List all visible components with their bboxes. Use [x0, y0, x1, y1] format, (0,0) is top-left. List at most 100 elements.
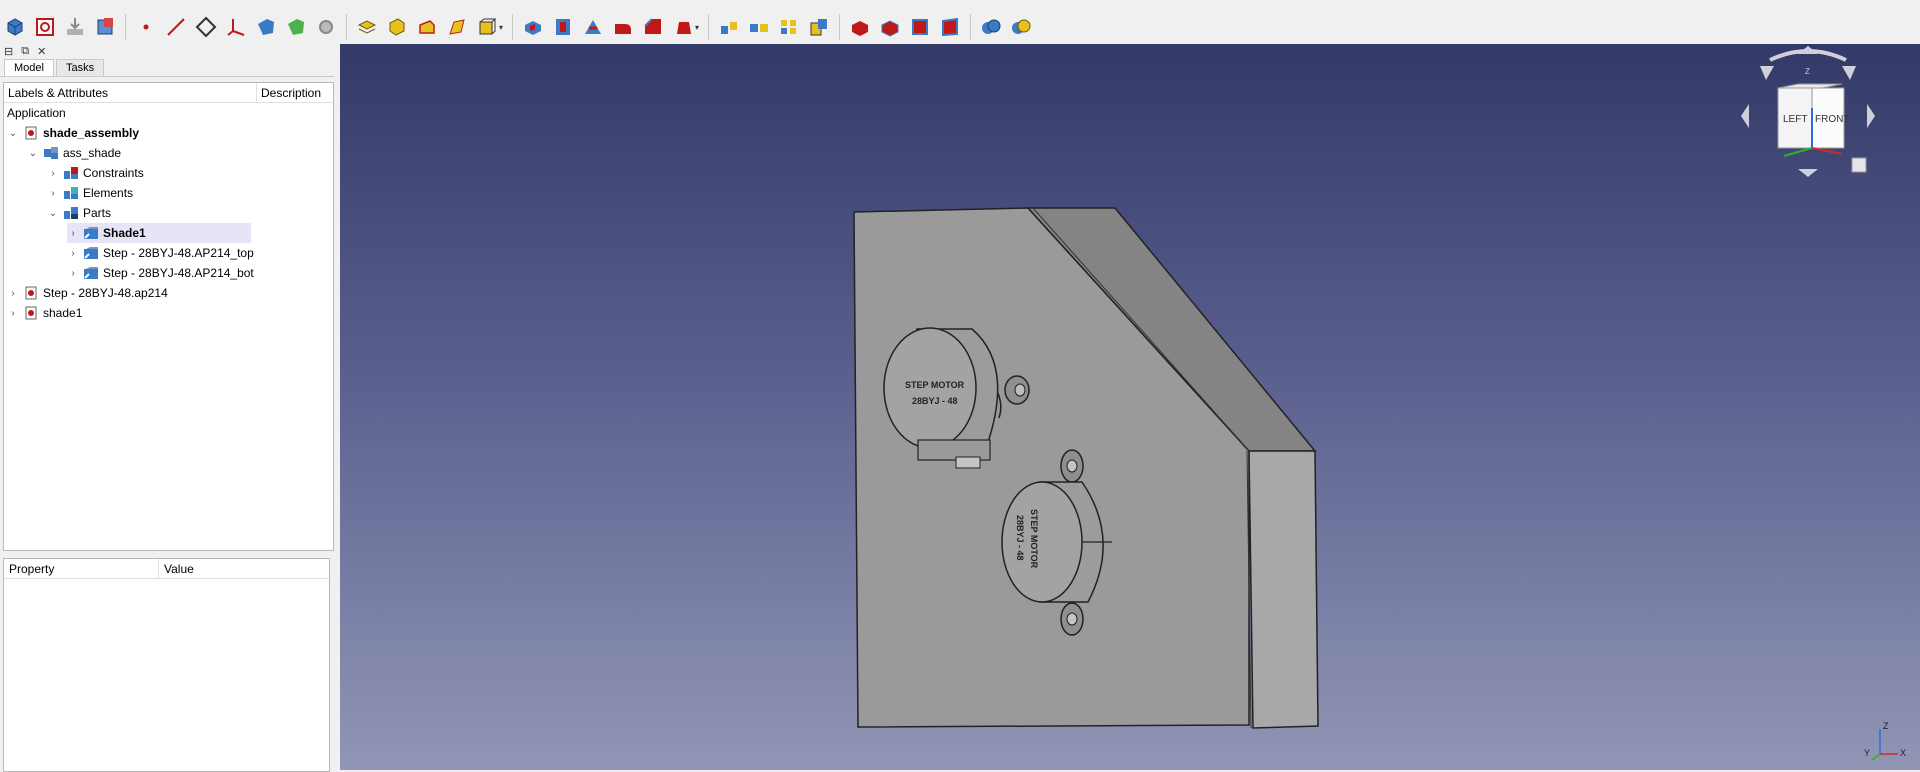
sweep-icon[interactable] — [443, 13, 471, 41]
multi-icon[interactable] — [805, 13, 833, 41]
axis-z-label: Z — [1883, 721, 1889, 731]
tree-item-label: shade1 — [43, 306, 83, 320]
axis-y-label: Y — [1864, 748, 1870, 758]
boolean-icon[interactable] — [977, 13, 1005, 41]
navcube-z-label: Z — [1805, 67, 1810, 76]
tree-item-label: Constraints — [83, 166, 144, 180]
block-icon[interactable] — [473, 13, 501, 41]
column-property[interactable]: Property — [4, 559, 159, 578]
tree-section-application: Application — [7, 106, 66, 120]
tree-item-label: ass_shade — [63, 146, 122, 160]
navcube-menu-icon[interactable] — [1851, 157, 1867, 173]
column-labels[interactable]: Labels & Attributes — [4, 83, 257, 102]
axis-icon[interactable] — [222, 13, 250, 41]
link-part-icon — [83, 225, 99, 241]
sketch-shape-icon[interactable] — [282, 13, 310, 41]
main-toolbar: ▾ ▾ — [0, 10, 1920, 45]
tree-item-label: Elements — [83, 186, 134, 200]
pattern-icon[interactable] — [715, 13, 743, 41]
tree-item-label: Step - 28BYJ-48.ap214 — [43, 286, 168, 300]
3d-viewport[interactable]: STEP MOTOR 28BYJ - 48 STEP MOTOR 28BYJ -… — [340, 44, 1920, 770]
edit-plane-icon[interactable] — [31, 13, 59, 41]
line-icon[interactable] — [162, 13, 190, 41]
tree-item-label: Shade1 — [103, 226, 146, 240]
dock-float-icon[interactable]: ⊟ — [4, 45, 13, 58]
face-red3-icon[interactable] — [906, 13, 934, 41]
navcube-front-face[interactable]: FRONT — [1815, 114, 1849, 125]
expand-arrow-icon[interactable]: ⌄ — [27, 148, 39, 159]
tree-item-shade1-selected[interactable]: › Shade1 — [67, 223, 251, 243]
part-box-icon[interactable] — [1, 13, 29, 41]
tab-model[interactable]: Model — [4, 59, 54, 76]
axis-x-label: X — [1900, 748, 1906, 758]
axis-cross: Z Y X — [1864, 721, 1906, 761]
expand-arrow-icon[interactable]: ⌄ — [47, 208, 59, 219]
import-icon[interactable] — [61, 13, 89, 41]
pocket-icon[interactable] — [519, 13, 547, 41]
face-red2-icon[interactable] — [876, 13, 904, 41]
tree-item-step-top[interactable]: › Step - 28BYJ-48.AP214_top — [67, 243, 254, 263]
tab-tasks[interactable]: Tasks — [55, 59, 105, 76]
solid-layer-icon[interactable] — [353, 13, 381, 41]
tree-item-elements[interactable]: › Elements — [47, 183, 133, 203]
tree-item-label: shade_assembly — [43, 126, 140, 140]
tree-item-shade-assembly[interactable]: ⌄ shade_assembly — [7, 123, 139, 143]
shape-icon[interactable] — [252, 13, 280, 41]
link-part-icon — [83, 245, 99, 261]
dock-restore-icon[interactable]: ⧉ — [21, 45, 29, 58]
tree-item-parts[interactable]: ⌄ Parts — [47, 203, 111, 223]
mirror-icon[interactable] — [745, 13, 773, 41]
tree-item-step-bot[interactable]: › Step - 28BYJ-48.AP214_bot — [67, 263, 253, 283]
expand-arrow-icon[interactable]: ⌄ — [7, 128, 19, 139]
point-icon[interactable] — [132, 13, 160, 41]
navigation-cube[interactable]: LEFT FRONT Z — [1741, 46, 1875, 177]
face-red-icon[interactable] — [846, 13, 874, 41]
dock-close-icon[interactable]: ✕ — [37, 45, 46, 58]
property-view[interactable]: Property Value — [3, 558, 330, 772]
tree-item-shade1-document[interactable]: › shade1 — [7, 303, 82, 323]
column-value[interactable]: Value — [159, 559, 199, 578]
document-icon — [23, 305, 39, 321]
property-header: Property Value — [4, 559, 329, 579]
tree-view[interactable]: Labels & Attributes Description Applicat… — [3, 82, 334, 551]
tree-header: Labels & Attributes Description — [4, 83, 333, 103]
face-red4-icon[interactable] — [936, 13, 964, 41]
array-icon[interactable] — [775, 13, 803, 41]
collapsed-arrow-icon[interactable]: › — [67, 228, 79, 239]
motor-label-line2: 28BYJ - 48 — [912, 396, 958, 406]
column-description[interactable]: Description — [257, 83, 325, 102]
collapsed-arrow-icon[interactable]: › — [67, 248, 79, 259]
hole-icon[interactable] — [549, 13, 577, 41]
collapsed-arrow-icon[interactable]: › — [47, 188, 59, 199]
collapsed-arrow-icon[interactable]: › — [7, 308, 19, 319]
rotate-right-arrow-icon[interactable] — [1867, 104, 1875, 128]
navcube-left-face[interactable]: LEFT — [1783, 114, 1807, 125]
assembly-icon — [43, 145, 59, 161]
plane-icon[interactable] — [192, 13, 220, 41]
chamfer-icon[interactable] — [639, 13, 667, 41]
shade-model[interactable]: STEP MOTOR 28BYJ - 48 STEP MOTOR 28BYJ -… — [853, 207, 1319, 729]
fillet-icon[interactable] — [609, 13, 637, 41]
combo-view: ⊟ ⧉ ✕ Model Tasks Labels & Attributes De… — [0, 44, 340, 772]
assembly-icon[interactable] — [91, 13, 119, 41]
cut-icon[interactable] — [579, 13, 607, 41]
tree-item-label: Parts — [83, 206, 112, 220]
collapsed-arrow-icon[interactable]: › — [67, 268, 79, 279]
motor2-label-line2: 28BYJ - 48 — [1015, 515, 1025, 561]
rotate-down-arrow-icon[interactable] — [1798, 169, 1818, 177]
tree-item-constraints[interactable]: › Constraints — [47, 163, 144, 183]
boolean2-icon[interactable] — [1007, 13, 1035, 41]
constraints-icon — [63, 165, 79, 181]
tree-item-step-document[interactable]: › Step - 28BYJ-48.ap214 — [7, 283, 168, 303]
extrude-icon[interactable] — [383, 13, 411, 41]
tree-item-label: Step - 28BYJ-48.AP214_top — [103, 246, 254, 260]
collapsed-arrow-icon[interactable]: › — [47, 168, 59, 179]
collapsed-arrow-icon[interactable]: › — [7, 288, 19, 299]
revolve-icon[interactable] — [413, 13, 441, 41]
draft-icon[interactable] — [669, 13, 697, 41]
motor-label-line1: STEP MOTOR — [905, 380, 965, 390]
tree-item-ass-shade[interactable]: ⌄ ass_shade — [27, 143, 121, 163]
motor2-label-line1: STEP MOTOR — [1029, 509, 1039, 569]
gear-icon[interactable] — [312, 13, 340, 41]
rotate-left-arrow-icon[interactable] — [1741, 104, 1749, 128]
